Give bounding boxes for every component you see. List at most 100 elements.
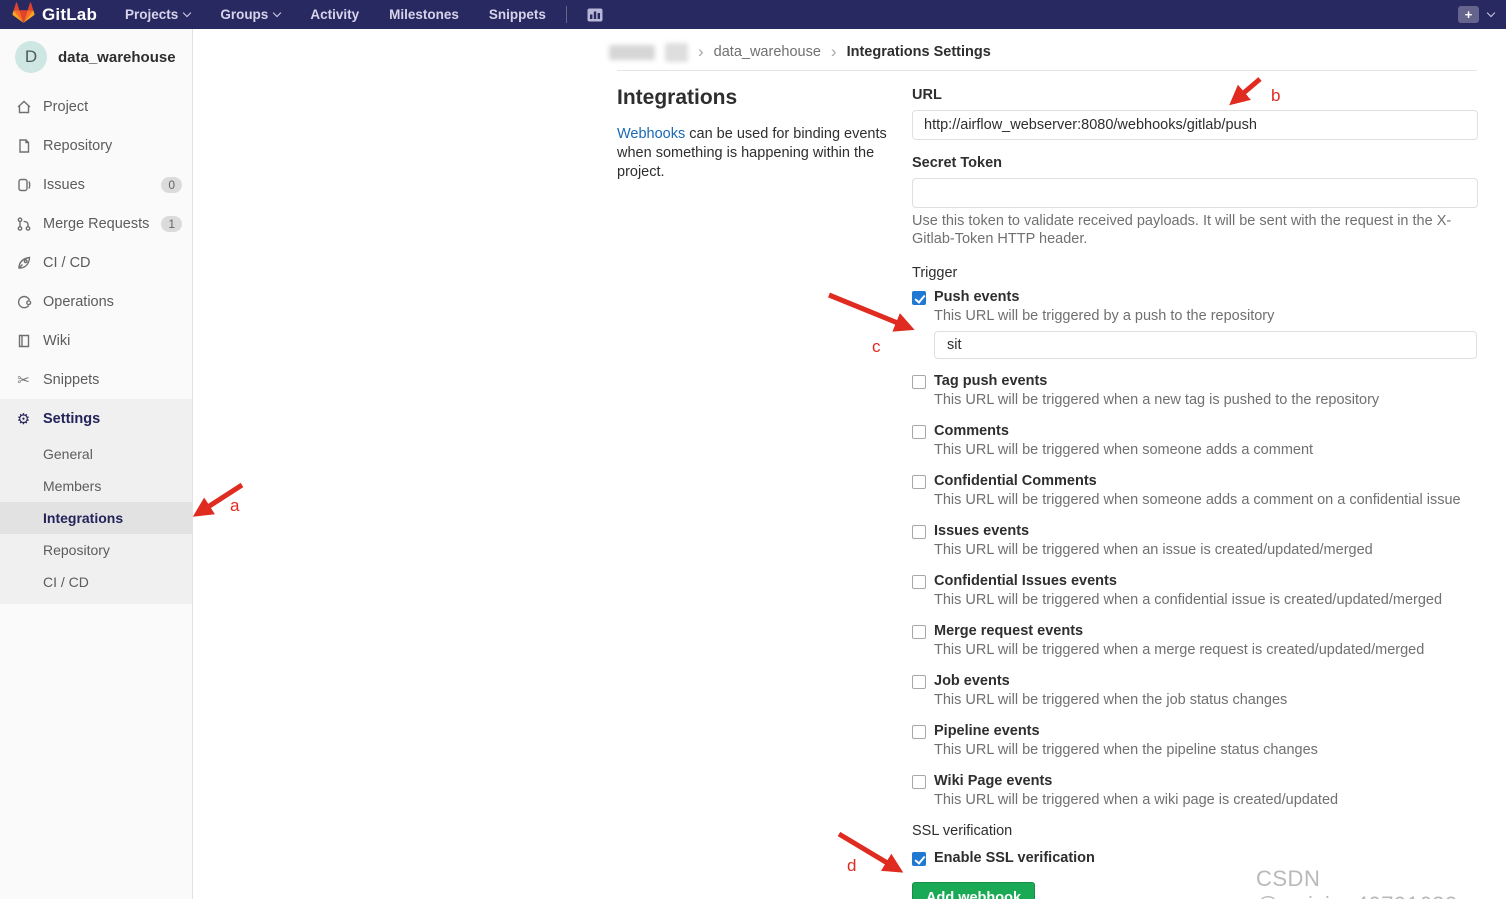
settings-section: ⚙ Settings General Members Integrations … [0, 399, 192, 604]
merge-request-icon [15, 215, 32, 232]
sidebar-item-ci-cd[interactable]: CI / CD [0, 243, 192, 282]
scissors-icon: ✂ [17, 371, 30, 389]
trigger-item-label[interactable]: Job events [934, 673, 1010, 690]
sidebar-item-merge-requests[interactable]: Merge Requests 1 [0, 204, 192, 243]
plus-icon: + [1464, 7, 1473, 22]
trigger-item-label[interactable]: Tag push events [934, 373, 1047, 390]
trigger-list: Push events This URL will be triggered b… [912, 289, 1478, 809]
trigger-item-label[interactable]: Issues events [934, 523, 1029, 540]
trigger-item-label[interactable]: Comments [934, 423, 1009, 440]
gitlab-home-link[interactable]: GitLab [12, 1, 97, 28]
sidebar-item-project[interactable]: Project [0, 87, 192, 126]
csdn-watermark: CSDN @weixin_40791632 [1256, 866, 1457, 899]
trigger-checkbox[interactable] [912, 424, 926, 439]
trigger-item: Comments This URL will be triggered when… [912, 423, 1478, 459]
trigger-checkbox[interactable] [912, 474, 926, 489]
trigger-item-description: This URL will be triggered when a merge … [934, 641, 1425, 658]
page-title: Integrations [617, 86, 738, 109]
page-description: Webhooks can be used for binding events … [617, 126, 887, 181]
sidebar-project-header[interactable]: D data_warehouse [0, 29, 192, 87]
new-menu-button[interactable]: + [1458, 6, 1479, 23]
secret-token-help: Use this token to validate received payl… [912, 213, 1452, 247]
navbar-divider [565, 6, 567, 23]
settings-subitem-integrations[interactable]: Integrations [0, 502, 192, 534]
chevron-down-icon [273, 8, 282, 18]
nav-groups[interactable]: Groups [220, 7, 282, 22]
trigger-item-description: This URL will be triggered when a confid… [934, 591, 1443, 608]
url-input[interactable] [912, 110, 1478, 140]
ssl-checkbox[interactable] [912, 851, 926, 866]
charts-icon[interactable] [587, 8, 603, 22]
sidebar-item-repository[interactable]: Repository [0, 126, 192, 165]
ssl-checkbox-label[interactable]: Enable SSL verification [934, 850, 1095, 867]
operations-icon [15, 293, 32, 310]
trigger-item-label[interactable]: Confidential Issues events [934, 573, 1117, 590]
trigger-checkbox[interactable] [912, 624, 926, 639]
trigger-checkbox[interactable] [912, 574, 926, 589]
issues-icon [15, 176, 32, 193]
chevron-down-icon[interactable] [1486, 8, 1496, 18]
trigger-checkbox[interactable] [912, 674, 926, 689]
sidebar-item-wiki[interactable]: Wiki [0, 321, 192, 360]
redacted-breadcrumb-avatar [665, 42, 688, 62]
sidebar-item-settings[interactable]: ⚙ Settings [0, 399, 192, 438]
breadcrumb-project-link[interactable]: data_warehouse [714, 44, 821, 60]
breadcrumb-separator-icon: › [698, 41, 704, 61]
secret-token-label: Secret Token [912, 155, 1002, 171]
rocket-icon [15, 254, 32, 271]
issues-count-badge: 0 [161, 176, 182, 193]
breadcrumb-separator-icon: › [830, 41, 837, 61]
trigger-item-label[interactable]: Wiki Page events [934, 773, 1052, 790]
redacted-breadcrumb-group [609, 44, 655, 60]
gitlab-tanuki-icon [12, 1, 35, 28]
home-icon [15, 98, 32, 115]
project-avatar: D [15, 41, 47, 73]
webhooks-link[interactable]: Webhooks [617, 126, 685, 142]
trigger-checkbox[interactable] [912, 374, 926, 389]
merge-requests-count-badge: 1 [161, 215, 182, 232]
nav-activity[interactable]: Activity [310, 7, 359, 22]
trigger-item-description: This URL will be triggered when the pipe… [934, 741, 1318, 758]
main-content: › data_warehouse › Integrations Settings… [194, 29, 1506, 899]
settings-subitem-repository[interactable]: Repository [0, 534, 192, 566]
breadcrumb-divider [617, 70, 1477, 71]
nav-milestones[interactable]: Milestones [389, 7, 459, 22]
trigger-item: Push events This URL will be triggered b… [912, 289, 1478, 359]
chevron-down-icon [183, 8, 192, 18]
settings-subitem-ci-cd[interactable]: CI / CD [0, 566, 192, 598]
add-webhook-button[interactable]: Add webhook [912, 881, 1036, 899]
trigger-checkbox[interactable] [912, 724, 926, 739]
sidebar-item-operations[interactable]: Operations [0, 282, 192, 321]
url-label: URL [912, 87, 942, 103]
webhook-form: URL Secret Token Use this token to valid… [912, 87, 1478, 899]
gear-icon: ⚙ [16, 410, 31, 428]
sidebar-item-snippets[interactable]: ✂ Snippets [0, 360, 192, 399]
trigger-checkbox[interactable] [912, 524, 926, 539]
trigger-item-label[interactable]: Confidential Comments [934, 473, 1097, 490]
trigger-checkbox[interactable] [912, 774, 926, 789]
trigger-item-description: This URL will be triggered when the job … [934, 691, 1288, 708]
nav-projects[interactable]: Projects [125, 7, 192, 22]
sidebar-item-issues[interactable]: Issues 0 [0, 165, 192, 204]
trigger-item: Merge request events This URL will be tr… [912, 623, 1478, 659]
project-name: data_warehouse [58, 48, 176, 66]
settings-subitem-members[interactable]: Members [0, 470, 192, 502]
trigger-item-description: This URL will be triggered when someone … [934, 491, 1461, 508]
nav-snippets[interactable]: Snippets [489, 7, 546, 22]
trigger-item: Tag push events This URL will be trigger… [912, 373, 1478, 409]
top-navbar: GitLab Projects Groups Activity Mileston… [0, 0, 1506, 29]
project-sidebar: D data_warehouse Project Repository Issu… [0, 29, 193, 899]
wiki-book-icon [15, 332, 32, 349]
settings-subitem-general[interactable]: General [0, 438, 192, 470]
trigger-label: Trigger [912, 264, 958, 281]
trigger-item-label[interactable]: Pipeline events [934, 723, 1040, 740]
trigger-item: Issues events This URL will be triggered… [912, 523, 1478, 559]
trigger-item-label[interactable]: Push events [934, 289, 1019, 306]
push-events-branch-filter-input[interactable] [934, 330, 1477, 359]
ssl-verification-label: SSL verification [912, 822, 1013, 839]
secret-token-input[interactable] [912, 178, 1478, 208]
trigger-item-description: This URL will be triggered when someone … [934, 441, 1314, 458]
trigger-checkbox[interactable] [912, 290, 926, 305]
trigger-item-description: This URL will be triggered by a push to … [934, 307, 1275, 324]
trigger-item-label[interactable]: Merge request events [934, 623, 1083, 640]
